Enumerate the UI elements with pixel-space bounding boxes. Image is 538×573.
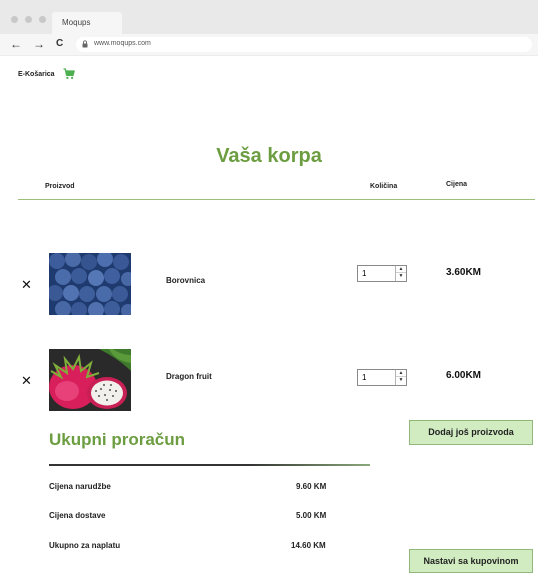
- brand-logo-text[interactable]: E-Košarica: [18, 71, 55, 78]
- back-arrow-icon[interactable]: ←: [10, 37, 22, 51]
- quantity-spinner[interactable]: ▲ ▼: [395, 370, 406, 385]
- remove-item-button[interactable]: ✕: [21, 374, 32, 387]
- increment-icon[interactable]: ▲: [396, 370, 406, 377]
- quantity-spinner[interactable]: ▲ ▼: [395, 266, 406, 281]
- product-image-blueberry: [49, 253, 131, 315]
- browser-tabbar: Moqups: [0, 0, 538, 34]
- dragon-fruit-image: [49, 349, 131, 411]
- reload-icon[interactable]: C: [56, 37, 63, 51]
- blueberry-image: [49, 253, 131, 315]
- column-header-product: Proizvod: [45, 183, 75, 190]
- add-more-products-button[interactable]: Dodaj još proizvoda: [409, 420, 533, 445]
- summary-title: Ukupni proračun: [49, 430, 186, 449]
- total-label: Ukupno za naplatu: [49, 541, 121, 550]
- column-header-quantity: Količina: [370, 183, 398, 190]
- table-header-divider: [18, 199, 535, 200]
- window-maximize-dot[interactable]: [39, 16, 46, 23]
- window-minimize-dot[interactable]: [25, 16, 32, 23]
- product-price: 3.60KM: [446, 267, 482, 278]
- order-price-value: 9.60 KM: [296, 482, 327, 491]
- column-header-price: Cijena: [446, 181, 468, 188]
- page-title: Vaša korpa: [216, 145, 322, 167]
- forward-arrow-icon[interactable]: →: [33, 37, 45, 51]
- product-price: 6.00KM: [446, 370, 482, 381]
- quantity-stepper[interactable]: ▲ ▼: [357, 265, 407, 282]
- order-price-label: Cijena narudžbe: [49, 482, 111, 491]
- shopping-cart-icon[interactable]: [63, 68, 75, 80]
- url-text: www.moqups.com: [94, 40, 151, 47]
- continue-shopping-button[interactable]: Nastavi sa kupovinom: [409, 549, 533, 573]
- decrement-icon[interactable]: ▼: [396, 273, 406, 280]
- address-bar[interactable]: www.moqups.com: [76, 37, 532, 52]
- browser-chrome: Moqups ← → C www.moqups.com: [0, 0, 538, 57]
- remove-item-button[interactable]: ✕: [21, 278, 32, 291]
- summary-divider: [49, 464, 370, 466]
- increment-icon[interactable]: ▲: [396, 266, 406, 273]
- browser-navbar: ← → C www.moqups.com: [0, 34, 538, 56]
- total-value: 14.60 KM: [291, 541, 326, 550]
- shipping-price-label: Cijena dostave: [49, 511, 106, 520]
- quantity-stepper[interactable]: ▲ ▼: [357, 369, 407, 386]
- lock-icon: [82, 40, 88, 48]
- product-image-dragon-fruit: [49, 349, 131, 411]
- browser-tab[interactable]: Moqups: [52, 12, 122, 34]
- product-name[interactable]: Borovnica: [166, 276, 205, 285]
- shipping-price-value: 5.00 KM: [296, 511, 327, 520]
- window-close-dot[interactable]: [11, 16, 18, 23]
- quantity-input[interactable]: [358, 266, 395, 281]
- browser-tab-title: Moqups: [62, 18, 91, 27]
- product-name[interactable]: Dragon fruit: [166, 372, 212, 381]
- decrement-icon[interactable]: ▼: [396, 377, 406, 384]
- quantity-input[interactable]: [358, 370, 395, 385]
